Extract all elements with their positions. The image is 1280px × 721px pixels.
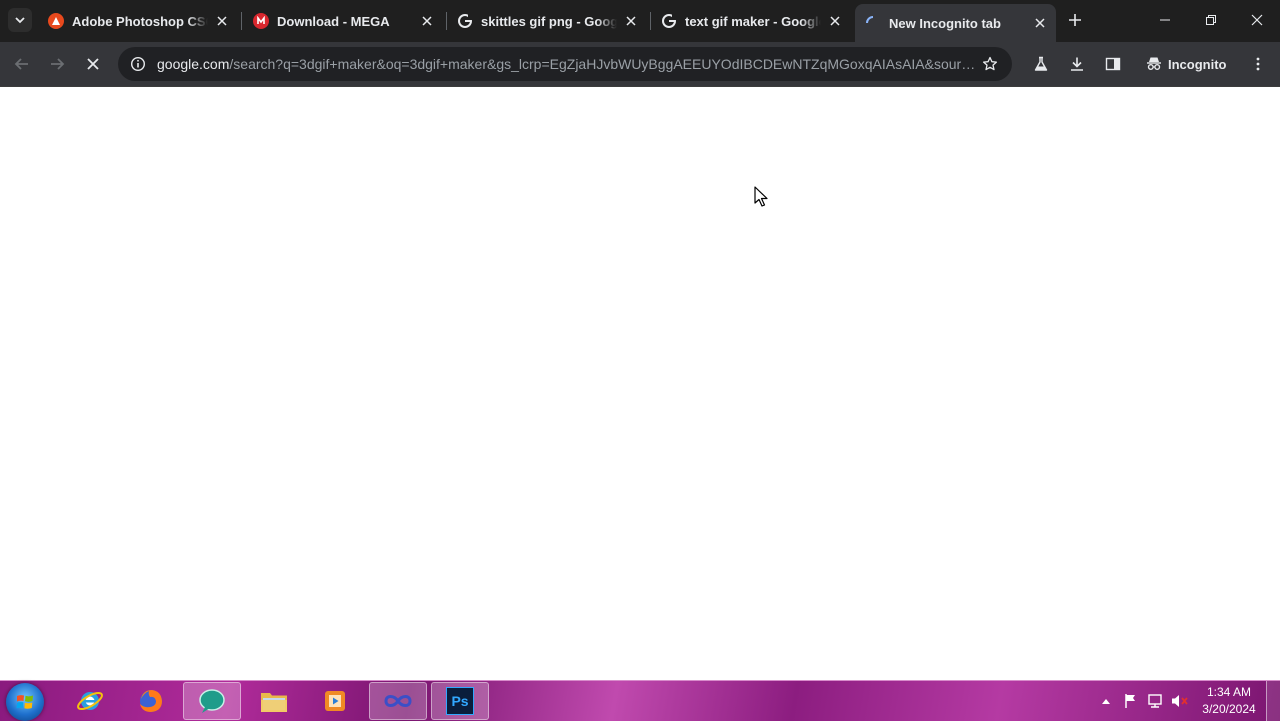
address-host: google.com [157, 56, 230, 72]
chevron-down-icon [15, 17, 25, 24]
taskbar-photoshop[interactable]: Ps [431, 682, 489, 720]
clock-time: 1:34 AM [1206, 685, 1252, 699]
plus-icon [1069, 14, 1081, 26]
tab-skittles-gif-search[interactable]: skittles gif png - Google [447, 4, 647, 38]
taskbar-media-player[interactable] [306, 682, 364, 720]
taskbar-infinity-app[interactable] [369, 682, 427, 720]
close-window-button[interactable] [1234, 0, 1280, 40]
more-vertical-icon [1256, 57, 1260, 71]
start-button[interactable] [6, 683, 44, 721]
address-url[interactable]: google.com/search?q=3dgif+maker&oq=3dgif… [157, 47, 977, 81]
chat-bubble-icon [199, 689, 225, 713]
infinity-icon [384, 695, 412, 707]
restore-button[interactable] [1188, 0, 1234, 40]
firefox-icon [140, 690, 162, 712]
volume-muted-icon [1172, 695, 1188, 707]
tab-strip: Adobe Photoshop CS6 1 Download - MEGA sk… [0, 0, 1280, 42]
side-panel-icon [1105, 57, 1121, 71]
incognito-label: Incognito [1168, 56, 1227, 72]
flag-icon [1125, 694, 1135, 708]
adobe-icon [48, 13, 64, 29]
bookmark-star-icon[interactable] [978, 52, 1002, 76]
loading-spinner-icon [865, 15, 881, 31]
close-icon[interactable] [214, 13, 230, 29]
page-viewport [0, 87, 1280, 680]
network-icon [1148, 694, 1162, 708]
taskbar-chat-app[interactable] [183, 682, 241, 720]
tray-action-center[interactable] [1121, 681, 1141, 721]
new-tab-button[interactable] [1063, 8, 1087, 32]
flask-icon [1034, 56, 1048, 71]
close-icon[interactable] [827, 13, 843, 29]
close-icon[interactable] [623, 13, 639, 29]
close-icon [1251, 14, 1263, 26]
windows-logo-icon [16, 695, 33, 709]
photoshop-icon: Ps [446, 687, 474, 715]
tab-search-button[interactable] [8, 8, 32, 32]
photoshop-label: Ps [451, 693, 469, 709]
minimize-button[interactable] [1142, 0, 1188, 40]
tab-adobe-photoshop[interactable]: Adobe Photoshop CS6 1 [38, 4, 238, 38]
back-button[interactable] [6, 48, 38, 80]
labs-button[interactable] [1025, 48, 1057, 80]
download-icon [1071, 57, 1083, 71]
arrow-left-icon [14, 58, 28, 70]
stop-loading-button[interactable] [77, 48, 109, 80]
caret-up-icon [1102, 699, 1110, 704]
forward-button[interactable] [41, 48, 73, 80]
downloads-button[interactable] [1061, 48, 1093, 80]
tab-new-incognito[interactable]: New Incognito tab [855, 4, 1056, 42]
taskbar-firefox[interactable] [122, 682, 180, 720]
menu-button[interactable] [1242, 48, 1274, 80]
address-bar[interactable]: google.com/search?q=3dgif+maker&oq=3dgif… [118, 47, 1012, 81]
browser-toolbar: google.com/search?q=3dgif+maker&oq=3dgif… [0, 42, 1280, 87]
tray-network[interactable] [1145, 681, 1165, 721]
windows-taskbar: Ps 1:34 AM 3/20/2024 [0, 680, 1280, 721]
mega-icon [253, 13, 269, 29]
taskbar-internet-explorer[interactable] [61, 682, 119, 720]
tab-separator [241, 12, 242, 30]
tab-title: Adobe Photoshop CS6 1 [72, 13, 208, 29]
address-path: /search?q=3dgif+maker&oq=3dgif+maker&gs_… [229, 56, 977, 72]
incognito-indicator[interactable]: Incognito [1140, 50, 1233, 78]
system-clock[interactable]: 1:34 AM 3/20/2024 [1196, 684, 1262, 718]
tab-download-mega[interactable]: Download - MEGA [243, 4, 443, 38]
tray-volume[interactable] [1169, 681, 1191, 721]
show-desktop-button[interactable] [1266, 681, 1280, 721]
google-icon [661, 13, 677, 29]
tab-title: skittles gif png - Google [481, 13, 617, 29]
side-panel-button[interactable] [1097, 48, 1129, 80]
close-icon[interactable] [1032, 15, 1048, 31]
arrow-right-icon [51, 58, 65, 70]
mouse-pointer-icon [754, 186, 768, 207]
site-info-icon[interactable] [126, 52, 150, 76]
media-player-icon [325, 691, 345, 711]
taskbar-file-explorer[interactable] [245, 682, 303, 720]
tab-title: Download - MEGA [277, 13, 390, 29]
incognito-icon [1147, 57, 1161, 70]
restore-icon [1206, 15, 1216, 25]
close-icon [87, 58, 99, 70]
tab-text-gif-maker-search[interactable]: text gif maker - Google [651, 4, 851, 38]
tab-title: text gif maker - Google [685, 13, 821, 29]
show-hidden-icons-button[interactable] [1098, 681, 1114, 721]
clock-date: 3/20/2024 [1202, 702, 1256, 716]
folder-icon [261, 693, 287, 712]
minimize-icon [1160, 19, 1170, 21]
internet-explorer-icon [77, 691, 103, 711]
tab-title: New Incognito tab [889, 15, 1001, 31]
close-icon[interactable] [419, 13, 435, 29]
google-icon [457, 13, 473, 29]
